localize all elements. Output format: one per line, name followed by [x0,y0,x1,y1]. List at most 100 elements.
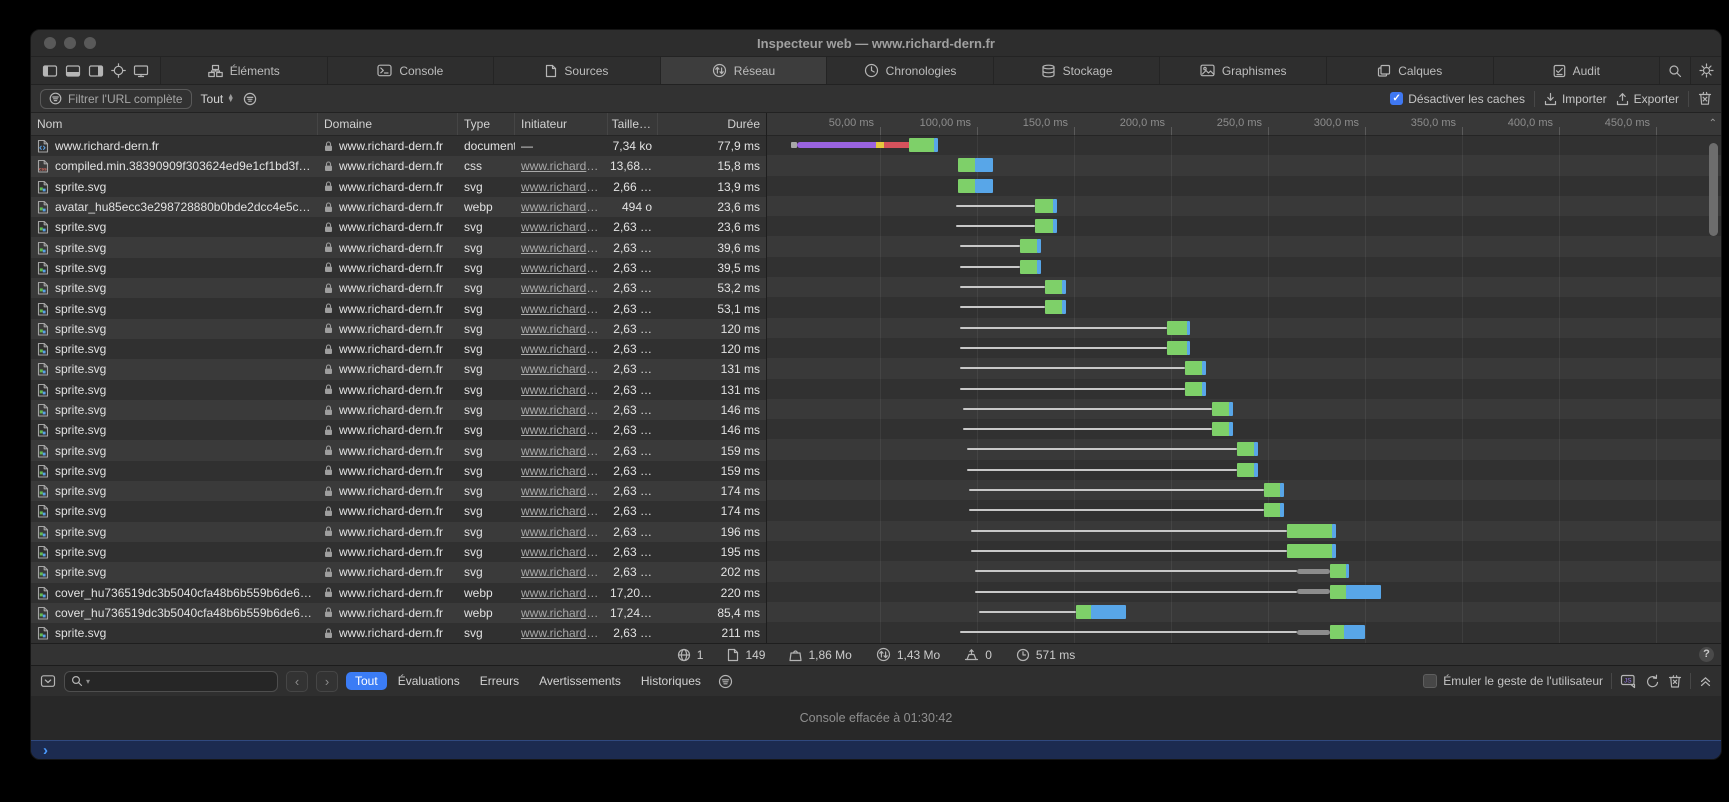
resource-initiator[interactable]: www.richard-d… [521,504,602,518]
dock-right-icon[interactable] [88,64,104,78]
resource-initiator[interactable]: www.richard-d… [521,423,602,437]
resource-initiator[interactable]: www.richard-d… [521,220,602,234]
resource-initiator[interactable]: www.richard-d… [521,484,602,498]
table-row[interactable]: sprite.svgwww.richard-dern.frsvgwww.rich… [31,440,766,460]
console-picker-icon[interactable] [40,674,56,688]
table-row[interactable]: sprite.svgwww.richard-dern.frsvgwww.rich… [31,237,766,257]
table-row[interactable]: sprite.svgwww.richard-dern.frsvgwww.rich… [31,298,766,318]
table-row[interactable]: sprite.svgwww.richard-dern.frsvgwww.rich… [31,501,766,521]
waterfall-row[interactable] [767,135,1721,155]
minimize-window-button[interactable] [64,37,76,49]
column-header-taille[interactable]: Taille… [608,113,658,135]
resource-initiator[interactable]: www.richard-d… [521,241,602,255]
table-row[interactable]: sprite.svgwww.richard-dern.frsvgwww.rich… [31,481,766,501]
resource-initiator[interactable]: www.richard-d… [521,180,602,194]
waterfall-row[interactable] [767,155,1721,175]
console-search-input[interactable]: ▾ [64,671,278,692]
waterfall-row[interactable] [767,602,1721,622]
waterfall-row[interactable] [767,257,1721,277]
table-header[interactable]: Nom Domaine Type Initiateur Taille… Duré… [31,113,766,136]
element-picker-icon[interactable] [111,63,126,78]
table-row[interactable]: www.richard-dern.frwww.richard-dern.frdo… [31,136,766,156]
column-header-type[interactable]: Type [458,113,515,135]
table-row[interactable]: sprite.svgwww.richard-dern.frsvgwww.rich… [31,380,766,400]
table-row[interactable]: sprite.svgwww.richard-dern.frsvgwww.rich… [31,420,766,440]
table-row[interactable]: sprite.svgwww.richard-dern.frsvgwww.rich… [31,278,766,298]
waterfall-row[interactable] [767,338,1721,358]
resource-initiator[interactable]: www.richard-d… [521,444,602,458]
waterfall-row[interactable] [767,379,1721,399]
resource-initiator[interactable]: www.richard-d… [521,383,602,397]
import-button[interactable]: Importer [1544,92,1607,106]
clear-console-icon[interactable] [1668,674,1682,689]
console-scope-evaluations[interactable]: Évaluations [389,672,469,690]
resource-initiator[interactable]: www.richard-d… [521,565,602,579]
resource-initiator[interactable]: www.richard-d… [521,322,602,336]
tab-calques[interactable]: Calques [1326,57,1493,84]
next-result-button[interactable]: › [316,671,338,692]
waterfall-row[interactable] [767,358,1721,378]
console-scope-erreurs[interactable]: Erreurs [471,672,528,690]
resource-initiator[interactable]: www.richard-d… [521,281,602,295]
table-row[interactable]: sprite.svgwww.richard-dern.frsvgwww.rich… [31,339,766,359]
table-row[interactable]: sprite.svgwww.richard-dern.frsvgwww.rich… [31,400,766,420]
resource-initiator[interactable]: www.richard-d… [521,525,602,539]
resource-initiator[interactable]: www.richard-d… [521,362,602,376]
table-row[interactable]: sprite.svgwww.richard-dern.frsvgwww.rich… [31,522,766,542]
resource-initiator[interactable]: www.richard-d… [521,545,602,559]
emulate-user-gesture-toggle[interactable]: ✓ Émuler le geste de l'utilisateur [1423,674,1603,688]
waterfall-row[interactable] [767,500,1721,520]
waterfall-row[interactable] [767,521,1721,541]
column-header-domaine[interactable]: Domaine [318,113,458,135]
column-header-initiateur[interactable]: Initiateur [515,113,608,135]
waterfall-row[interactable] [767,196,1721,216]
table-row[interactable]: sprite.svgwww.richard-dern.frsvgwww.rich… [31,217,766,237]
waterfall-row[interactable] [767,236,1721,256]
collapse-console-icon[interactable] [1699,675,1712,688]
table-row[interactable]: sprite.svgwww.richard-dern.frsvgwww.rich… [31,623,766,643]
column-header-duree[interactable]: Durée [658,113,766,135]
waterfall-row[interactable] [767,460,1721,480]
waterfall-row[interactable] [767,176,1721,196]
resource-initiator[interactable]: www.richard-d… [521,342,602,356]
waterfall-row[interactable] [767,561,1721,581]
emulate-user-gesture-checkbox[interactable]: ✓ [1423,674,1437,688]
tab-elements[interactable]: Éléments [160,57,327,84]
column-header-nom[interactable]: Nom [31,113,318,135]
export-button[interactable]: Exporter [1616,92,1679,106]
table-row[interactable]: sprite.svgwww.richard-dern.frsvgwww.rich… [31,562,766,582]
tab-console[interactable]: Console [327,57,494,84]
table-row[interactable]: sprite.svgwww.richard-dern.frsvgwww.rich… [31,258,766,278]
resource-initiator[interactable]: www.richard-d… [521,606,602,620]
waterfall-row[interactable] [767,399,1721,419]
waterfall-row[interactable] [767,541,1721,561]
table-row[interactable]: sprite.svgwww.richard-dern.frsvgwww.rich… [31,177,766,197]
table-row[interactable]: sprite.svgwww.richard-dern.frsvgwww.rich… [31,319,766,339]
console-prompt[interactable]: › [31,740,1721,759]
waterfall-row[interactable] [767,439,1721,459]
dock-left-icon[interactable] [42,64,58,78]
console-scope-avertissements[interactable]: Avertissements [530,672,630,690]
help-button[interactable]: ? [1699,647,1714,662]
resource-type-select[interactable]: Tout ▲▼ [201,92,235,106]
tab-chronologies[interactable]: Chronologies [826,57,993,84]
resource-initiator[interactable]: www.richard-d… [521,586,602,600]
table-row[interactable]: csscompiled.min.38390909f303624ed9e1cf1b… [31,156,766,176]
resource-initiator[interactable]: www.richard-d… [521,403,602,417]
url-filter-input[interactable]: Filtrer l'URL complète [40,89,192,109]
scroll-top-icon[interactable]: ⌃ [1709,118,1717,129]
device-icon[interactable] [133,64,149,78]
console-scope-historiques[interactable]: Historiques [632,672,710,690]
resource-initiator[interactable]: www.richard-d… [521,464,602,478]
waterfall-row[interactable] [767,297,1721,317]
previous-result-button[interactable]: ‹ [286,671,308,692]
waterfall-row[interactable] [767,480,1721,500]
dock-bottom-icon[interactable] [65,64,81,78]
waterfall-row[interactable] [767,216,1721,236]
table-row[interactable]: cover_hu736519dc3b5040cfa48b6b559b6de6ec… [31,603,766,623]
console-scope-tout[interactable]: Tout [346,672,387,690]
settings-tab[interactable] [1690,57,1721,84]
close-window-button[interactable] [44,37,56,49]
waterfall-row[interactable] [767,277,1721,297]
table-row[interactable]: cover_hu736519dc3b5040cfa48b6b559b6de6ec… [31,583,766,603]
